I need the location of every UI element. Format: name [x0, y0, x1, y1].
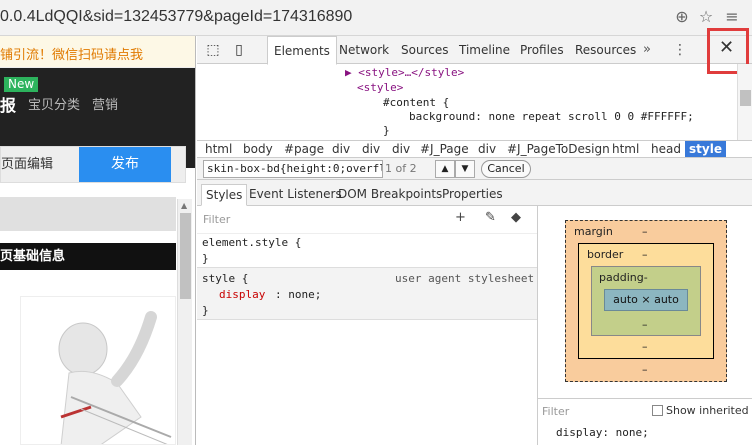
crumb-head[interactable]: head: [647, 141, 685, 157]
computed-filter-input[interactable]: Filter: [542, 405, 569, 418]
search-input[interactable]: skin-box-bd{height:0;overflow:hi: [203, 160, 383, 178]
product-image: [20, 296, 176, 445]
tab-properties[interactable]: Properties: [438, 184, 507, 206]
crumb-div[interactable]: div: [388, 141, 414, 157]
publish-button[interactable]: 发布: [79, 147, 171, 182]
dom-text-close: }: [383, 124, 390, 137]
search-cancel-button[interactable]: Cancel: [481, 160, 531, 178]
devtools-menu-icon[interactable]: ⋮: [673, 36, 687, 64]
tab-elements[interactable]: Elements: [267, 36, 337, 65]
computed-filter-row: Filter Show inherited: [538, 398, 752, 422]
scroll-thumb[interactable]: [180, 213, 191, 299]
logo-text: 报: [0, 96, 17, 115]
nav-item-category[interactable]: 宝贝分类: [28, 94, 80, 113]
devtools-toolbar: ⬚ ▯ Elements Network Sources Timeline Pr…: [197, 28, 752, 74]
more-tabs-icon[interactable]: »: [643, 36, 651, 64]
dom-text-declaration: background: none repeat scroll 0 0 #FFFF…: [409, 110, 694, 123]
dom-node-style-open[interactable]: <style>: [357, 81, 403, 94]
color-format-icon[interactable]: ◆: [511, 210, 521, 225]
box-model-margin: margin – – border – – padding- – auto × …: [565, 220, 727, 382]
crumb-html[interactable]: html: [608, 141, 643, 157]
box-model-content: auto × auto: [604, 289, 688, 311]
crumb-page[interactable]: #page: [280, 141, 328, 157]
crumb-div[interactable]: div: [328, 141, 354, 157]
inspect-element-icon[interactable]: ⬚: [203, 40, 223, 60]
page-scrollbar[interactable]: ▲: [177, 199, 192, 445]
address-bar: 0.0.4LdQQI&sid=132453779&pageId=17431689…: [0, 0, 752, 36]
styles-filter-row: Filter + ✎ ◆: [197, 206, 537, 234]
element-style-selector[interactable]: element.style {: [202, 236, 301, 249]
crumb-div[interactable]: div: [474, 141, 500, 157]
margin-top-value: –: [642, 225, 648, 238]
crumb-style[interactable]: style: [685, 141, 726, 157]
scroll-up-arrow-icon[interactable]: ▲: [181, 201, 187, 210]
devtools-panel: ⬚ ▯ Elements Network Sources Timeline Pr…: [197, 28, 752, 445]
ua-prop-name: display: [219, 288, 266, 301]
box-model-border: border – – padding- – auto × auto: [578, 243, 714, 359]
crumb-j-pagetodesign[interactable]: #J_PageToDesign: [503, 141, 614, 157]
border-label: border: [587, 248, 624, 261]
crumb-html[interactable]: html: [201, 141, 236, 157]
padding-label: padding-: [599, 271, 648, 284]
crumb-div[interactable]: div: [358, 141, 384, 157]
search-prev-icon[interactable]: ▲: [435, 160, 455, 178]
close-devtools-icon[interactable]: ✕: [719, 39, 734, 57]
device-mode-icon[interactable]: ▯: [229, 40, 249, 60]
zoom-icon[interactable]: ⊕: [672, 7, 692, 27]
ua-close: }: [202, 304, 209, 317]
dom-tree: ▶ <style>…</style> <style> #content { ba…: [197, 64, 752, 140]
tab-event-listeners[interactable]: Event Listeners: [245, 184, 346, 206]
url-field[interactable]: 0.0.4LdQQI&sid=132453779&pageId=17431689…: [0, 8, 352, 26]
dom-scroll-thumb[interactable]: [740, 90, 751, 106]
margin-label: margin: [574, 225, 613, 238]
border-top-value: –: [642, 248, 648, 261]
styles-filter-input[interactable]: Filter: [203, 213, 230, 226]
show-inherited-label: Show inherited: [666, 404, 749, 417]
styles-pane: Filter + ✎ ◆ element.style { } style { u…: [197, 206, 537, 445]
breadcrumb: html body #page div div div #J_Page div …: [197, 140, 752, 158]
ua-selector: style {: [202, 272, 249, 285]
tab-dom-breakpoints[interactable]: DOM Breakpoints: [334, 184, 446, 206]
crumb-body[interactable]: body: [239, 141, 277, 157]
dom-node-style-collapsed[interactable]: ▶ <style>…</style>: [345, 66, 464, 79]
box-model-pane: margin – – border – – padding- – auto × …: [537, 206, 752, 445]
border-bottom-value: –: [642, 340, 648, 353]
element-style-close: }: [202, 252, 209, 265]
tab-timeline[interactable]: Timeline: [453, 36, 516, 64]
new-style-rule-icon[interactable]: +: [455, 210, 466, 225]
tab-profiles[interactable]: Profiles: [514, 36, 570, 64]
padding-bottom-value: –: [642, 318, 648, 331]
bookmark-star-icon[interactable]: ☆: [696, 7, 716, 27]
crumb-j-page[interactable]: #J_Page: [416, 141, 473, 157]
page-edit-button[interactable]: 页面编辑: [1, 147, 79, 182]
search-next-icon[interactable]: ▼: [455, 160, 475, 178]
element-style-rule: element.style { }: [197, 234, 537, 268]
box-model-padding: padding- – auto × auto: [591, 266, 701, 336]
grey-section: [0, 197, 176, 231]
new-badge: New: [4, 77, 39, 92]
sidebar-tabs: Styles Event Listeners DOM Breakpoints P…: [197, 180, 752, 206]
ua-source: user agent stylesheet: [395, 272, 535, 285]
show-inherited-checkbox[interactable]: [652, 405, 663, 416]
ua-prop-value: : none;: [275, 288, 322, 301]
pin-icon[interactable]: ✎: [485, 210, 496, 225]
tab-styles[interactable]: Styles: [201, 184, 248, 206]
ua-style-rule: style { user agent stylesheet display : …: [197, 268, 537, 320]
action-bar: 页面编辑 发布: [0, 146, 186, 183]
nav-item-marketing[interactable]: 营销: [92, 94, 118, 113]
tab-sources[interactable]: Sources: [395, 36, 454, 64]
tab-network[interactable]: Network: [333, 36, 395, 64]
promo-banner[interactable]: 铺引流！微信扫码请点我: [0, 36, 195, 68]
dom-scrollbar[interactable]: [737, 64, 752, 140]
dom-text-selector: #content {: [383, 96, 450, 109]
menu-icon[interactable]: ≡: [722, 7, 742, 27]
search-match-count: 1 of 2: [385, 162, 417, 175]
search-bar: skin-box-bd{height:0;overflow:hi 1 of 2 …: [197, 158, 752, 180]
page-viewport: 铺引流！微信扫码请点我 New 报 宝贝分类 营销 页面编辑 发布 页基础信息 …: [0, 36, 196, 445]
promo-text: 铺引流！微信扫码请点我: [0, 48, 144, 63]
tab-resources[interactable]: Resources: [569, 36, 642, 64]
computed-display-row: display: none;: [556, 426, 649, 439]
basic-info-header: 页基础信息: [0, 243, 176, 270]
margin-bottom-value: –: [642, 363, 648, 376]
